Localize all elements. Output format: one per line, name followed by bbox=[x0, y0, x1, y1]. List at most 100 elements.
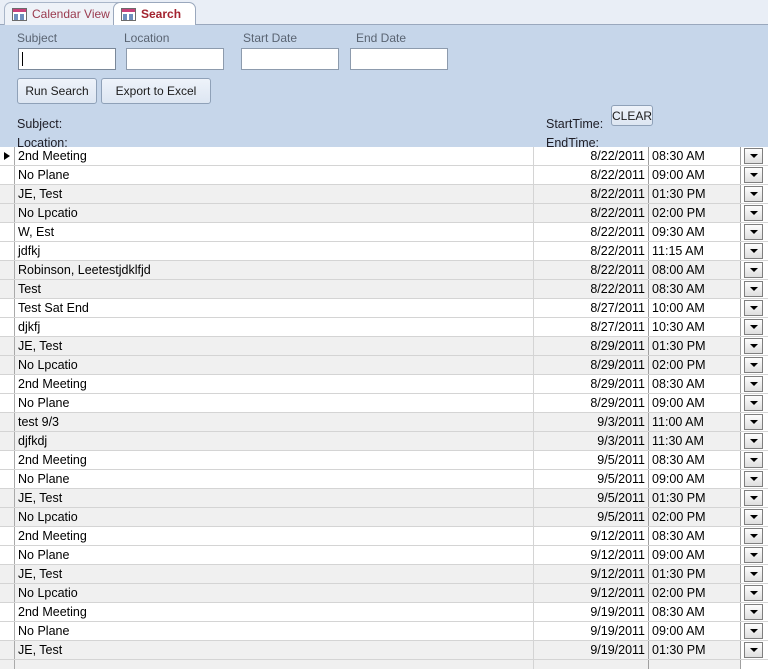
cell-date[interactable]: 9/5/2011 bbox=[534, 451, 649, 469]
cell-time[interactable]: 11:15 AM bbox=[649, 242, 741, 260]
record-selector[interactable] bbox=[0, 546, 15, 564]
cell-date[interactable]: 8/22/2011 bbox=[534, 280, 649, 298]
cell-date[interactable]: 9/12/2011 bbox=[534, 584, 649, 602]
cell-time[interactable]: 10:30 AM bbox=[649, 318, 741, 336]
chevron-down-icon[interactable] bbox=[744, 281, 763, 297]
table-row[interactable]: Test Sat End8/27/201110:00 AM bbox=[0, 299, 768, 318]
cell-date[interactable]: 8/29/2011 bbox=[534, 337, 649, 355]
cell-time[interactable]: 08:00 AM bbox=[649, 261, 741, 279]
cell-subject[interactable]: djkfj bbox=[15, 318, 534, 336]
cell-subject[interactable]: Robinson, Leetestjdklfjd bbox=[15, 261, 534, 279]
start-date-search-input[interactable] bbox=[241, 48, 339, 70]
record-selector-current-icon[interactable] bbox=[0, 147, 15, 165]
cell-date[interactable]: 9/19/2011 bbox=[534, 622, 649, 640]
cell-date[interactable]: 8/29/2011 bbox=[534, 375, 649, 393]
chevron-down-icon[interactable] bbox=[744, 509, 763, 525]
cell-subject[interactable]: W, Est bbox=[15, 223, 534, 241]
cell-date[interactable]: 9/5/2011 bbox=[534, 470, 649, 488]
cell-date[interactable]: 8/22/2011 bbox=[534, 166, 649, 184]
table-row[interactable]: djkfj8/27/201110:30 AM bbox=[0, 318, 768, 337]
record-selector[interactable] bbox=[0, 185, 15, 203]
tab-search[interactable]: Search bbox=[113, 2, 196, 25]
table-row[interactable]: No Plane9/12/201109:00 AM bbox=[0, 546, 768, 565]
chevron-down-icon[interactable] bbox=[744, 433, 763, 449]
record-selector[interactable] bbox=[0, 375, 15, 393]
record-selector[interactable] bbox=[0, 337, 15, 355]
chevron-down-icon[interactable] bbox=[744, 452, 763, 468]
cell-date[interactable]: 9/19/2011 bbox=[534, 603, 649, 621]
cell-time[interactable]: 08:30 AM bbox=[649, 527, 741, 545]
cell-subject[interactable]: 2nd Meeting bbox=[15, 451, 534, 469]
record-selector[interactable] bbox=[0, 660, 15, 669]
location-search-input[interactable] bbox=[126, 48, 224, 70]
cell-time[interactable]: 01:30 PM bbox=[649, 641, 741, 659]
cell-subject[interactable]: Test Sat End bbox=[15, 299, 534, 317]
record-selector[interactable] bbox=[0, 603, 15, 621]
record-selector[interactable] bbox=[0, 641, 15, 659]
record-selector[interactable] bbox=[0, 584, 15, 602]
end-date-search-input[interactable] bbox=[350, 48, 448, 70]
cell-time[interactable]: 01:30 PM bbox=[649, 185, 741, 203]
table-row[interactable]: JE, Test9/5/201101:30 PM bbox=[0, 489, 768, 508]
table-row[interactable]: djfkdj9/3/201111:30 AM bbox=[0, 432, 768, 451]
chevron-down-icon[interactable] bbox=[744, 566, 763, 582]
table-row[interactable]: No Lpcatio9/12/201102:00 PM bbox=[0, 584, 768, 603]
chevron-down-icon[interactable] bbox=[744, 395, 763, 411]
cell-time[interactable]: 09:00 AM bbox=[649, 546, 741, 564]
cell-time[interactable]: 01:30 PM bbox=[649, 489, 741, 507]
chevron-down-icon[interactable] bbox=[744, 376, 763, 392]
table-row[interactable]: 2nd Meeting9/5/201108:30 AM bbox=[0, 451, 768, 470]
chevron-down-icon[interactable] bbox=[744, 585, 763, 601]
table-row[interactable]: jdfkj8/22/201111:15 AM bbox=[0, 242, 768, 261]
table-row[interactable]: No Plane8/22/201109:00 AM bbox=[0, 166, 768, 185]
cell-date[interactable] bbox=[534, 660, 649, 669]
cell-time[interactable]: 09:00 AM bbox=[649, 394, 741, 412]
table-row[interactable] bbox=[0, 660, 768, 669]
subject-search-input[interactable] bbox=[18, 48, 116, 70]
chevron-down-icon[interactable] bbox=[744, 167, 763, 183]
cell-date[interactable]: 8/22/2011 bbox=[534, 261, 649, 279]
results-datasheet[interactable]: 2nd Meeting8/22/201108:30 AMNo Plane8/22… bbox=[0, 147, 768, 669]
record-selector[interactable] bbox=[0, 470, 15, 488]
table-row[interactable]: No Lpcatio8/22/201102:00 PM bbox=[0, 204, 768, 223]
cell-time[interactable]: 01:30 PM bbox=[649, 337, 741, 355]
chevron-down-icon[interactable] bbox=[744, 338, 763, 354]
record-selector[interactable] bbox=[0, 432, 15, 450]
record-selector[interactable] bbox=[0, 204, 15, 222]
chevron-down-icon[interactable] bbox=[744, 319, 763, 335]
table-row[interactable]: Test8/22/201108:30 AM bbox=[0, 280, 768, 299]
cell-date[interactable]: 8/22/2011 bbox=[534, 223, 649, 241]
cell-time[interactable]: 09:00 AM bbox=[649, 166, 741, 184]
cell-date[interactable]: 8/22/2011 bbox=[534, 242, 649, 260]
cell-subject[interactable]: 2nd Meeting bbox=[15, 375, 534, 393]
run-search-button[interactable]: Run Search bbox=[17, 78, 97, 104]
cell-date[interactable]: 8/22/2011 bbox=[534, 147, 649, 165]
cell-time[interactable]: 09:00 AM bbox=[649, 622, 741, 640]
table-row[interactable]: W, Est8/22/201109:30 AM bbox=[0, 223, 768, 242]
cell-subject[interactable]: 2nd Meeting bbox=[15, 527, 534, 545]
record-selector[interactable] bbox=[0, 508, 15, 526]
chevron-down-icon[interactable] bbox=[744, 186, 763, 202]
cell-subject[interactable]: test 9/3 bbox=[15, 413, 534, 431]
cell-time[interactable]: 11:00 AM bbox=[649, 413, 741, 431]
chevron-down-icon[interactable] bbox=[744, 300, 763, 316]
record-selector[interactable] bbox=[0, 261, 15, 279]
cell-date[interactable]: 8/29/2011 bbox=[534, 356, 649, 374]
cell-subject[interactable]: 2nd Meeting bbox=[15, 603, 534, 621]
record-selector[interactable] bbox=[0, 394, 15, 412]
chevron-down-icon[interactable] bbox=[744, 471, 763, 487]
table-row[interactable]: 2nd Meeting9/12/201108:30 AM bbox=[0, 527, 768, 546]
clear-button[interactable]: CLEAR bbox=[611, 105, 653, 126]
cell-date[interactable]: 8/22/2011 bbox=[534, 204, 649, 222]
cell-subject[interactable]: No Plane bbox=[15, 166, 534, 184]
cell-time[interactable]: 02:00 PM bbox=[649, 508, 741, 526]
table-row[interactable]: No Plane8/29/201109:00 AM bbox=[0, 394, 768, 413]
cell-subject[interactable] bbox=[15, 660, 534, 669]
cell-subject[interactable]: No Lpcatio bbox=[15, 508, 534, 526]
cell-time[interactable]: 01:30 PM bbox=[649, 565, 741, 583]
table-row[interactable]: No Lpcatio9/5/201102:00 PM bbox=[0, 508, 768, 527]
cell-subject[interactable]: No Lpcatio bbox=[15, 356, 534, 374]
record-selector[interactable] bbox=[0, 622, 15, 640]
record-selector[interactable] bbox=[0, 565, 15, 583]
record-selector[interactable] bbox=[0, 223, 15, 241]
